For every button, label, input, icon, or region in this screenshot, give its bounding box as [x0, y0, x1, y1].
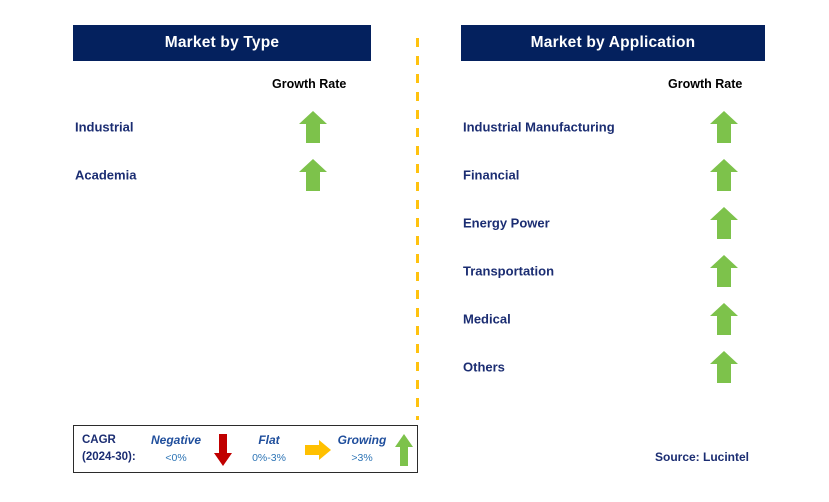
list-item: Industrial Manufacturing	[461, 103, 765, 151]
row-label-medical: Medical	[463, 311, 511, 327]
list-item: Energy Power	[461, 199, 765, 247]
vertical-dashed-divider	[416, 38, 419, 420]
growth-rate-header-left: Growth Rate	[272, 77, 347, 91]
row-label-industrial: Industrial	[75, 119, 134, 135]
panel-title-market-by-type: Market by Type	[73, 25, 371, 61]
legend-flat-value: 0%-3%	[252, 452, 286, 464]
up-arrow-icon	[709, 158, 739, 192]
row-label-financial: Financial	[463, 167, 520, 183]
up-arrow-icon	[298, 158, 328, 192]
list-item: Others	[461, 343, 765, 391]
up-arrow-icon	[709, 206, 739, 240]
legend-item-negative: Negative <0%	[140, 432, 212, 466]
row-label-academia: Academia	[75, 167, 137, 183]
legend-flat-title: Flat	[258, 433, 280, 447]
legend-growing-title: Growing	[337, 433, 387, 447]
legend-item-flat: Flat 0%-3%	[234, 432, 304, 466]
legend-negative-title: Negative	[150, 433, 202, 447]
slide-canvas: Market by Type Growth Rate Industrial Ac…	[0, 0, 829, 502]
up-arrow-icon	[709, 302, 739, 336]
up-arrow-icon	[298, 110, 328, 144]
panel-title-market-by-application: Market by Application	[461, 25, 765, 61]
up-arrow-icon	[709, 110, 739, 144]
list-item: Financial	[461, 151, 765, 199]
legend-item-growing: Growing >3%	[326, 432, 398, 466]
legend-cagr-line1: CAGR	[82, 434, 116, 446]
cagr-legend: CAGR (2024-30): Negative <0% Flat 0%-3%	[73, 425, 418, 473]
rows-market-by-application: Industrial Manufacturing Financial Energ…	[461, 103, 765, 391]
legend-growing-value: >3%	[351, 452, 373, 464]
row-label-energy-power: Energy Power	[463, 215, 550, 231]
panel-market-by-application: Market by Application	[461, 25, 765, 61]
rows-market-by-type: Industrial Academia	[73, 103, 371, 199]
down-arrow-icon	[213, 433, 233, 467]
legend-negative-value: <0%	[165, 452, 187, 464]
up-arrow-icon	[709, 254, 739, 288]
growth-rate-header-right: Growth Rate	[668, 77, 743, 91]
row-label-transportation: Transportation	[463, 263, 555, 279]
source-attribution: Source: Lucintel	[655, 450, 750, 464]
list-item: Transportation	[461, 247, 765, 295]
row-label-industrial-manufacturing: Industrial Manufacturing	[463, 119, 615, 135]
list-item: Academia	[73, 151, 371, 199]
list-item: Industrial	[73, 103, 371, 151]
legend-cagr-caption: CAGR (2024-30):	[82, 432, 136, 466]
list-item: Medical	[461, 295, 765, 343]
legend-cagr-line2: (2024-30):	[82, 451, 136, 463]
up-arrow-icon	[709, 350, 739, 384]
panel-market-by-type: Market by Type	[73, 25, 371, 61]
row-label-others: Others	[463, 359, 505, 375]
up-arrow-icon	[394, 433, 414, 467]
